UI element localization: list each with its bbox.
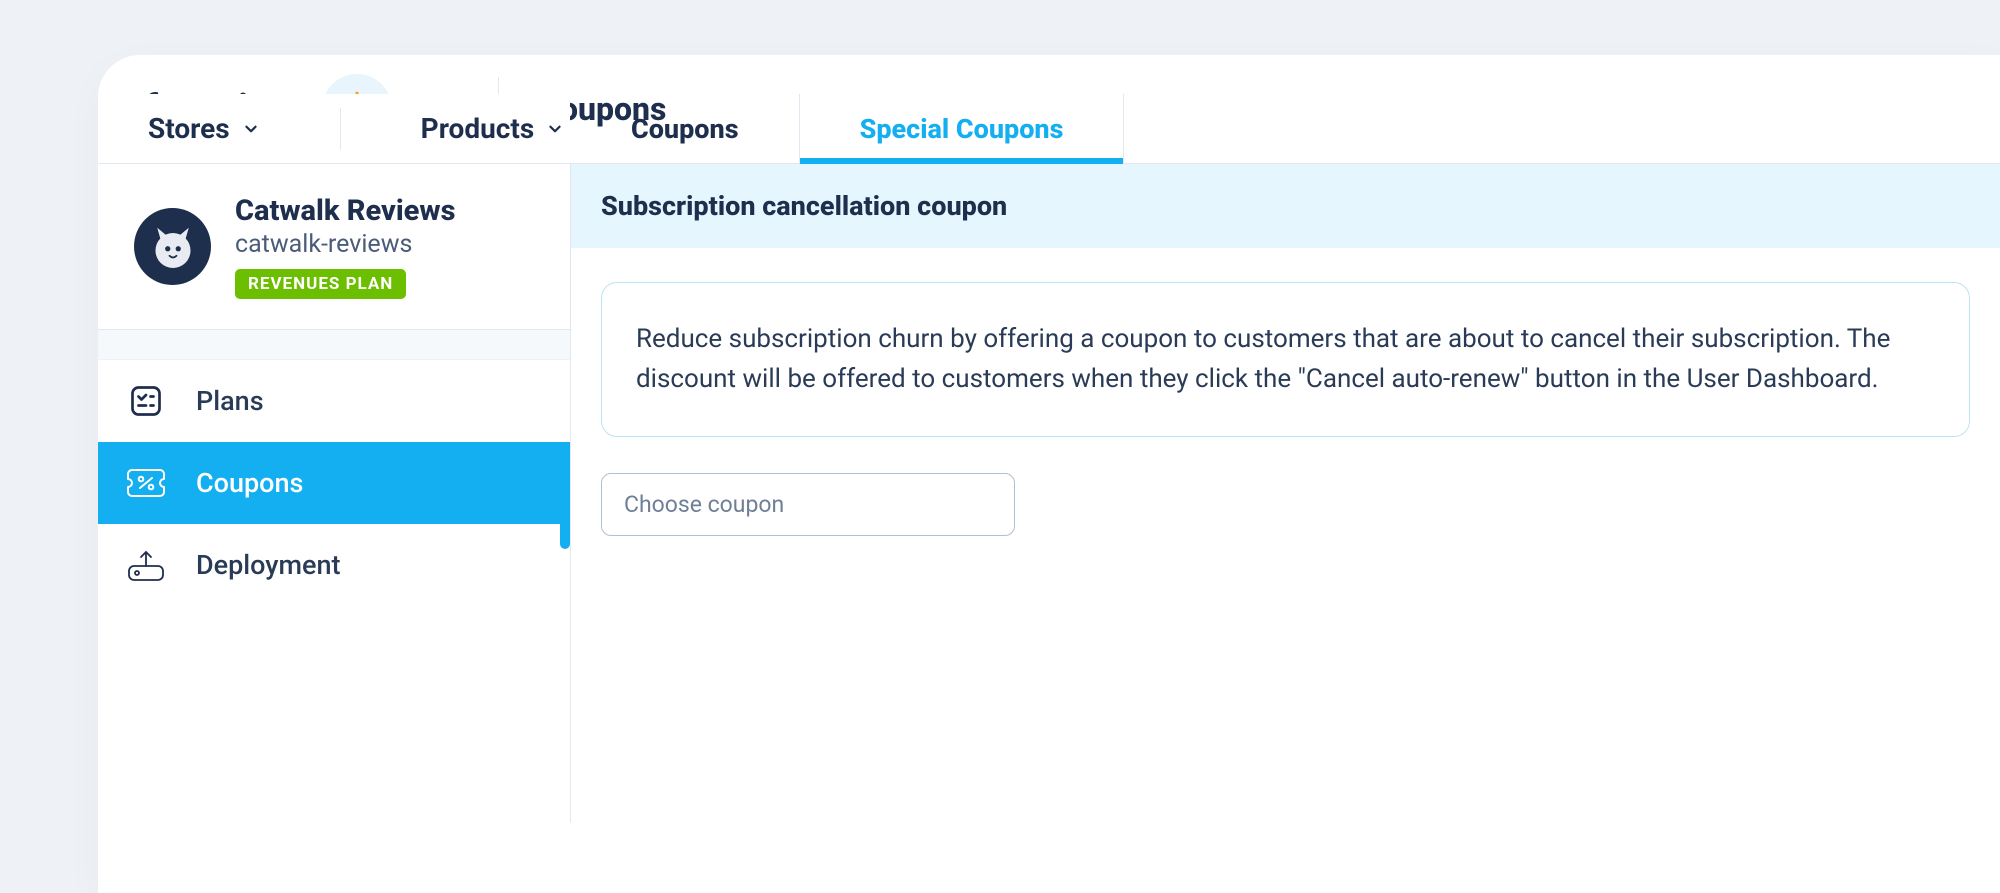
product-avatar	[134, 208, 211, 285]
sidebar-gap	[98, 330, 570, 360]
app-window: freemius Coupons	[98, 55, 2000, 893]
plan-badge: REVENUES PLAN	[235, 269, 406, 299]
nav-products-dropdown[interactable]: Products	[421, 112, 565, 145]
sidebar-item-plans[interactable]: Plans	[98, 360, 570, 442]
cat-icon	[145, 219, 201, 275]
sidebar-nav: Plans Coupons	[98, 360, 570, 606]
tab-special-coupons[interactable]: Special Coupons	[800, 94, 1125, 163]
body: Stores Products	[98, 164, 2000, 823]
nav-separator	[340, 108, 341, 150]
sidebar: Stores Products	[98, 164, 570, 823]
sidebar-item-label: Plans	[196, 385, 264, 417]
choose-coupon-select[interactable]: Choose coupon	[601, 473, 1015, 536]
tabs: Coupons Special Coupons	[571, 94, 2000, 164]
main-content: Coupons Special Coupons Subscription can…	[570, 164, 2000, 823]
product-slug: catwalk-reviews	[235, 230, 455, 259]
content-area: Reduce subscription churn by offering a …	[571, 248, 2000, 570]
scrollbar-thumb[interactable]	[560, 455, 570, 549]
tab-coupons[interactable]: Coupons	[571, 94, 800, 163]
nav-products-label: Products	[421, 112, 535, 145]
product-name: Catwalk Reviews	[235, 194, 455, 228]
tab-label: Special Coupons	[860, 113, 1064, 145]
select-placeholder: Choose coupon	[624, 491, 784, 518]
info-card: Reduce subscription churn by offering a …	[601, 282, 1970, 437]
sidebar-item-label: Deployment	[196, 549, 341, 581]
chevron-down-icon	[546, 120, 564, 138]
sidebar-item-deployment[interactable]: Deployment	[98, 524, 570, 606]
sidebar-item-label: Coupons	[196, 467, 303, 499]
tab-label: Coupons	[631, 113, 739, 145]
nav-stores-dropdown[interactable]: Stores	[148, 112, 260, 145]
sidebar-item-coupons[interactable]: Coupons	[98, 442, 570, 524]
nav-stores-label: Stores	[148, 112, 230, 145]
section-heading: Subscription cancellation coupon	[571, 164, 2000, 248]
product-card[interactable]: Catwalk Reviews catwalk-reviews REVENUES…	[98, 164, 570, 330]
checklist-icon	[126, 383, 166, 419]
upload-icon	[126, 548, 166, 582]
chevron-down-icon	[242, 120, 260, 138]
coupon-icon	[126, 468, 166, 498]
secondary-nav: Stores Products	[98, 94, 570, 164]
